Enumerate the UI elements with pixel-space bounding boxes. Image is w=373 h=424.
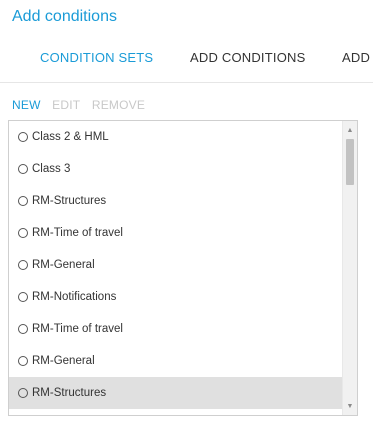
radio-button[interactable] [18,228,28,238]
scrollbar-thumb[interactable] [346,139,354,185]
list-item[interactable]: Class 2 & HML [9,121,342,153]
scroll-down-arrow-icon[interactable]: ▼ [343,399,357,413]
list-item-label: RM-Structures [32,387,107,399]
new-button[interactable]: NEW [12,98,41,112]
list-item[interactable]: RM-Structures [9,185,342,217]
action-toolbar: NEW EDIT REMOVE [12,98,153,112]
condition-sets-list[interactable]: Class 2 & HML Class 3 RM-Structures RM-T… [8,120,358,416]
list-item-label: RM-Notifications [32,291,117,303]
radio-button[interactable] [18,356,28,366]
radio-button[interactable] [18,388,28,398]
tab-bar: CONDITION SETS ADD CONDITIONS ADD [0,40,373,83]
radio-button[interactable] [18,132,28,142]
list-item-label: RM-General [32,355,95,367]
list-item-label: Class 2 & HML [32,131,109,143]
list-items: Class 2 & HML Class 3 RM-Structures RM-T… [9,121,342,415]
list-item[interactable]: RM-General [9,345,342,377]
list-item-label: RM-General [32,259,95,271]
tab-condition-sets[interactable]: CONDITION SETS [40,50,153,65]
scroll-up-arrow-icon[interactable]: ▲ [343,123,357,137]
tab-add-conditions[interactable]: ADD CONDITIONS [190,50,305,65]
list-item-label: RM-Time of travel [32,227,123,239]
list-item-label: Class 3 [32,163,71,175]
list-item-selected[interactable]: RM-Structures [9,377,342,409]
remove-button[interactable]: REMOVE [92,98,145,112]
page-title: Add conditions [12,8,117,25]
list-item[interactable]: RM-Time of travel [9,313,342,345]
radio-button[interactable] [18,292,28,302]
list-item-label: RM-Time of travel [32,323,123,335]
list-item[interactable]: RM-General [9,249,342,281]
tab-add-more[interactable]: ADD [342,50,370,65]
list-item[interactable]: Class 3 [9,153,342,185]
list-item-label: RM-Structures [32,195,107,207]
radio-button[interactable] [18,196,28,206]
list-item[interactable]: RM-Time of travel [9,217,342,249]
radio-button[interactable] [18,260,28,270]
list-item[interactable]: RM-Notifications [9,281,342,313]
edit-button[interactable]: EDIT [52,98,80,112]
vertical-scrollbar[interactable]: ▲ ▼ [342,121,357,415]
radio-button[interactable] [18,324,28,334]
radio-button[interactable] [18,164,28,174]
